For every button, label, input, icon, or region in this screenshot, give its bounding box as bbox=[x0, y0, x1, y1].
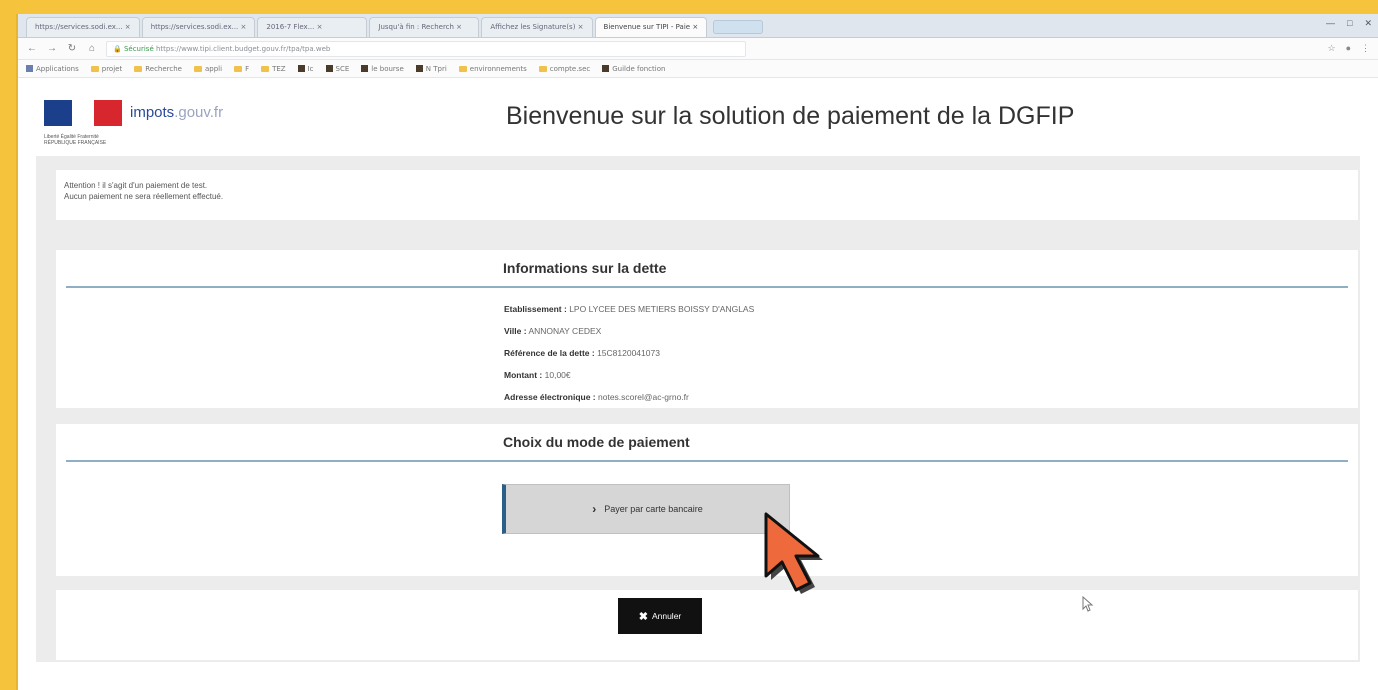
bookmark-item[interactable]: Ic bbox=[297, 65, 314, 73]
browser-tab[interactable]: https://services.sodi.ex... × bbox=[141, 17, 256, 37]
bookmark-item[interactable]: projet bbox=[90, 65, 122, 73]
bookmark-item[interactable]: Guilde fonction bbox=[602, 65, 665, 73]
folder-icon bbox=[90, 65, 99, 72]
logo-wordmark: impots.gouv.fr bbox=[130, 104, 224, 121]
bookmark-icon bbox=[361, 65, 369, 72]
debt-info-list: Etablissement : LPO LYCEE DES METIERS BO… bbox=[504, 298, 754, 408]
section-divider bbox=[66, 286, 1348, 288]
folder-icon bbox=[458, 65, 467, 72]
debt-row-city: Ville : ANNONAY CEDEX bbox=[504, 326, 602, 336]
payment-method-panel: Choix du mode de paiement › Payer par ca… bbox=[56, 424, 1358, 576]
debt-row-amount: Montant : 10,00€ bbox=[504, 370, 571, 380]
chevron-right-icon: › bbox=[592, 502, 597, 516]
republique-flag-icon bbox=[44, 100, 122, 126]
page-title: Bienvenue sur la solution de paiement de… bbox=[506, 102, 1075, 130]
debt-row-reference: Référence de la dette : 15C8120041073 bbox=[504, 348, 660, 358]
debt-row-establishment: Etablissement : LPO LYCEE DES METIERS BO… bbox=[504, 304, 755, 314]
bookmark-item[interactable]: Applications bbox=[26, 65, 79, 73]
browser-tab[interactable]: Affichez les Signature(s) × bbox=[481, 17, 593, 37]
bookmark-item[interactable]: compte.sec bbox=[538, 65, 590, 73]
cancel-label: Annuler bbox=[651, 611, 682, 621]
folder-icon bbox=[193, 65, 202, 72]
star-icon[interactable]: ☆ bbox=[1327, 43, 1335, 54]
bookmark-item[interactable]: N Tpri bbox=[415, 65, 447, 73]
close-icon[interactable]: ✕ bbox=[1364, 18, 1372, 29]
pay-by-card-button[interactable]: › Payer par carte bancaire bbox=[502, 484, 790, 534]
url-input[interactable]: 🔒 Sécurisé https://www.tipi.client.budge… bbox=[106, 40, 746, 57]
payment-method-title: Choix du mode de paiement bbox=[503, 434, 690, 450]
browser-tab-active[interactable]: Bienvenue sur TIPI - Paie × bbox=[594, 17, 708, 37]
page-header: impots.gouv.fr Liberté Égalité Fraternit… bbox=[18, 78, 1378, 156]
back-icon[interactable]: ← bbox=[26, 43, 38, 54]
folder-icon bbox=[261, 65, 270, 72]
test-payment-notice: Attention ! il s'agit d'un paiement de t… bbox=[56, 170, 1358, 220]
debt-info-title: Informations sur la dette bbox=[503, 260, 667, 276]
bookmark-item[interactable]: le bourse bbox=[361, 65, 404, 73]
browser-tab-strip: https://services.sodi.ex... × https://se… bbox=[18, 14, 1378, 38]
home-icon[interactable]: ⌂ bbox=[86, 43, 98, 54]
bookmark-item[interactable]: environnements bbox=[458, 65, 527, 73]
menu-icon[interactable]: ⋮ bbox=[1361, 43, 1370, 54]
url-text: https://www.tipi.client.budget.gouv.fr/t… bbox=[156, 44, 331, 53]
browser-tab[interactable]: https://services.sodi.ex... × bbox=[26, 17, 140, 37]
browser-tab[interactable]: 2016-7 Flex... × bbox=[257, 17, 368, 37]
folder-icon bbox=[234, 65, 243, 72]
section-divider bbox=[66, 460, 1348, 462]
logo-motto: Liberté Égalité Fraternité RÉPUBLIQUE FR… bbox=[44, 134, 107, 146]
bookmarks-bar: Applications projet Recherche appli F TE… bbox=[18, 60, 1378, 78]
bookmark-icon bbox=[297, 65, 305, 72]
actions-panel: ✖ Annuler bbox=[56, 590, 1358, 660]
window-controls: — □ ✕ bbox=[1326, 18, 1372, 29]
mouse-cursor-icon bbox=[1082, 596, 1094, 612]
close-icon: ✖ bbox=[638, 610, 648, 623]
notice-line: Attention ! il s'agit d'un paiement de t… bbox=[64, 181, 208, 190]
bookmark-item[interactable]: TEZ bbox=[261, 65, 286, 73]
debt-row-email: Adresse électronique : notes.scorel@ac-g… bbox=[504, 392, 689, 402]
address-bar-row: ← → ↻ ⌂ 🔒 Sécurisé https://www.tipi.clie… bbox=[18, 38, 1378, 60]
main-content: Attention ! il s'agit d'un paiement de t… bbox=[36, 156, 1360, 662]
cancel-button[interactable]: ✖ Annuler bbox=[618, 598, 702, 634]
debt-info-panel: Informations sur la dette Etablissement … bbox=[56, 250, 1358, 408]
new-tab-button[interactable] bbox=[713, 20, 764, 34]
folder-icon bbox=[134, 65, 143, 72]
minimize-icon[interactable]: — bbox=[1326, 18, 1335, 29]
bookmark-icon bbox=[325, 65, 333, 72]
apps-icon bbox=[26, 65, 33, 72]
toolbar-right: ☆ ● ⋮ bbox=[1327, 43, 1370, 54]
lock-icon: 🔒 bbox=[113, 44, 122, 53]
maximize-icon[interactable]: □ bbox=[1347, 18, 1352, 29]
bookmark-icon bbox=[602, 65, 610, 72]
impots-logo[interactable]: impots.gouv.fr Liberté Égalité Fraternit… bbox=[44, 100, 224, 160]
bookmark-icon bbox=[415, 65, 423, 72]
bookmark-item[interactable]: F bbox=[234, 65, 249, 73]
extension-icon[interactable]: ● bbox=[1346, 43, 1351, 54]
bookmark-item[interactable]: SCE bbox=[325, 65, 349, 73]
pointer-cursor-icon bbox=[764, 512, 823, 594]
forward-icon[interactable]: → bbox=[46, 43, 58, 54]
secure-label: Sécurisé bbox=[123, 44, 154, 53]
notice-line: Aucun paiement ne sera réellement effect… bbox=[64, 192, 224, 201]
reload-icon[interactable]: ↻ bbox=[66, 43, 78, 54]
pay-by-card-label: Payer par carte bancaire bbox=[604, 504, 703, 514]
browser-tab[interactable]: Jusqu'à fin : Recherch × bbox=[369, 17, 480, 37]
bookmark-item[interactable]: Recherche bbox=[134, 65, 182, 73]
screen: https://services.sodi.ex... × https://se… bbox=[16, 14, 1378, 690]
bookmark-item[interactable]: appli bbox=[193, 65, 222, 73]
folder-icon bbox=[538, 65, 547, 72]
